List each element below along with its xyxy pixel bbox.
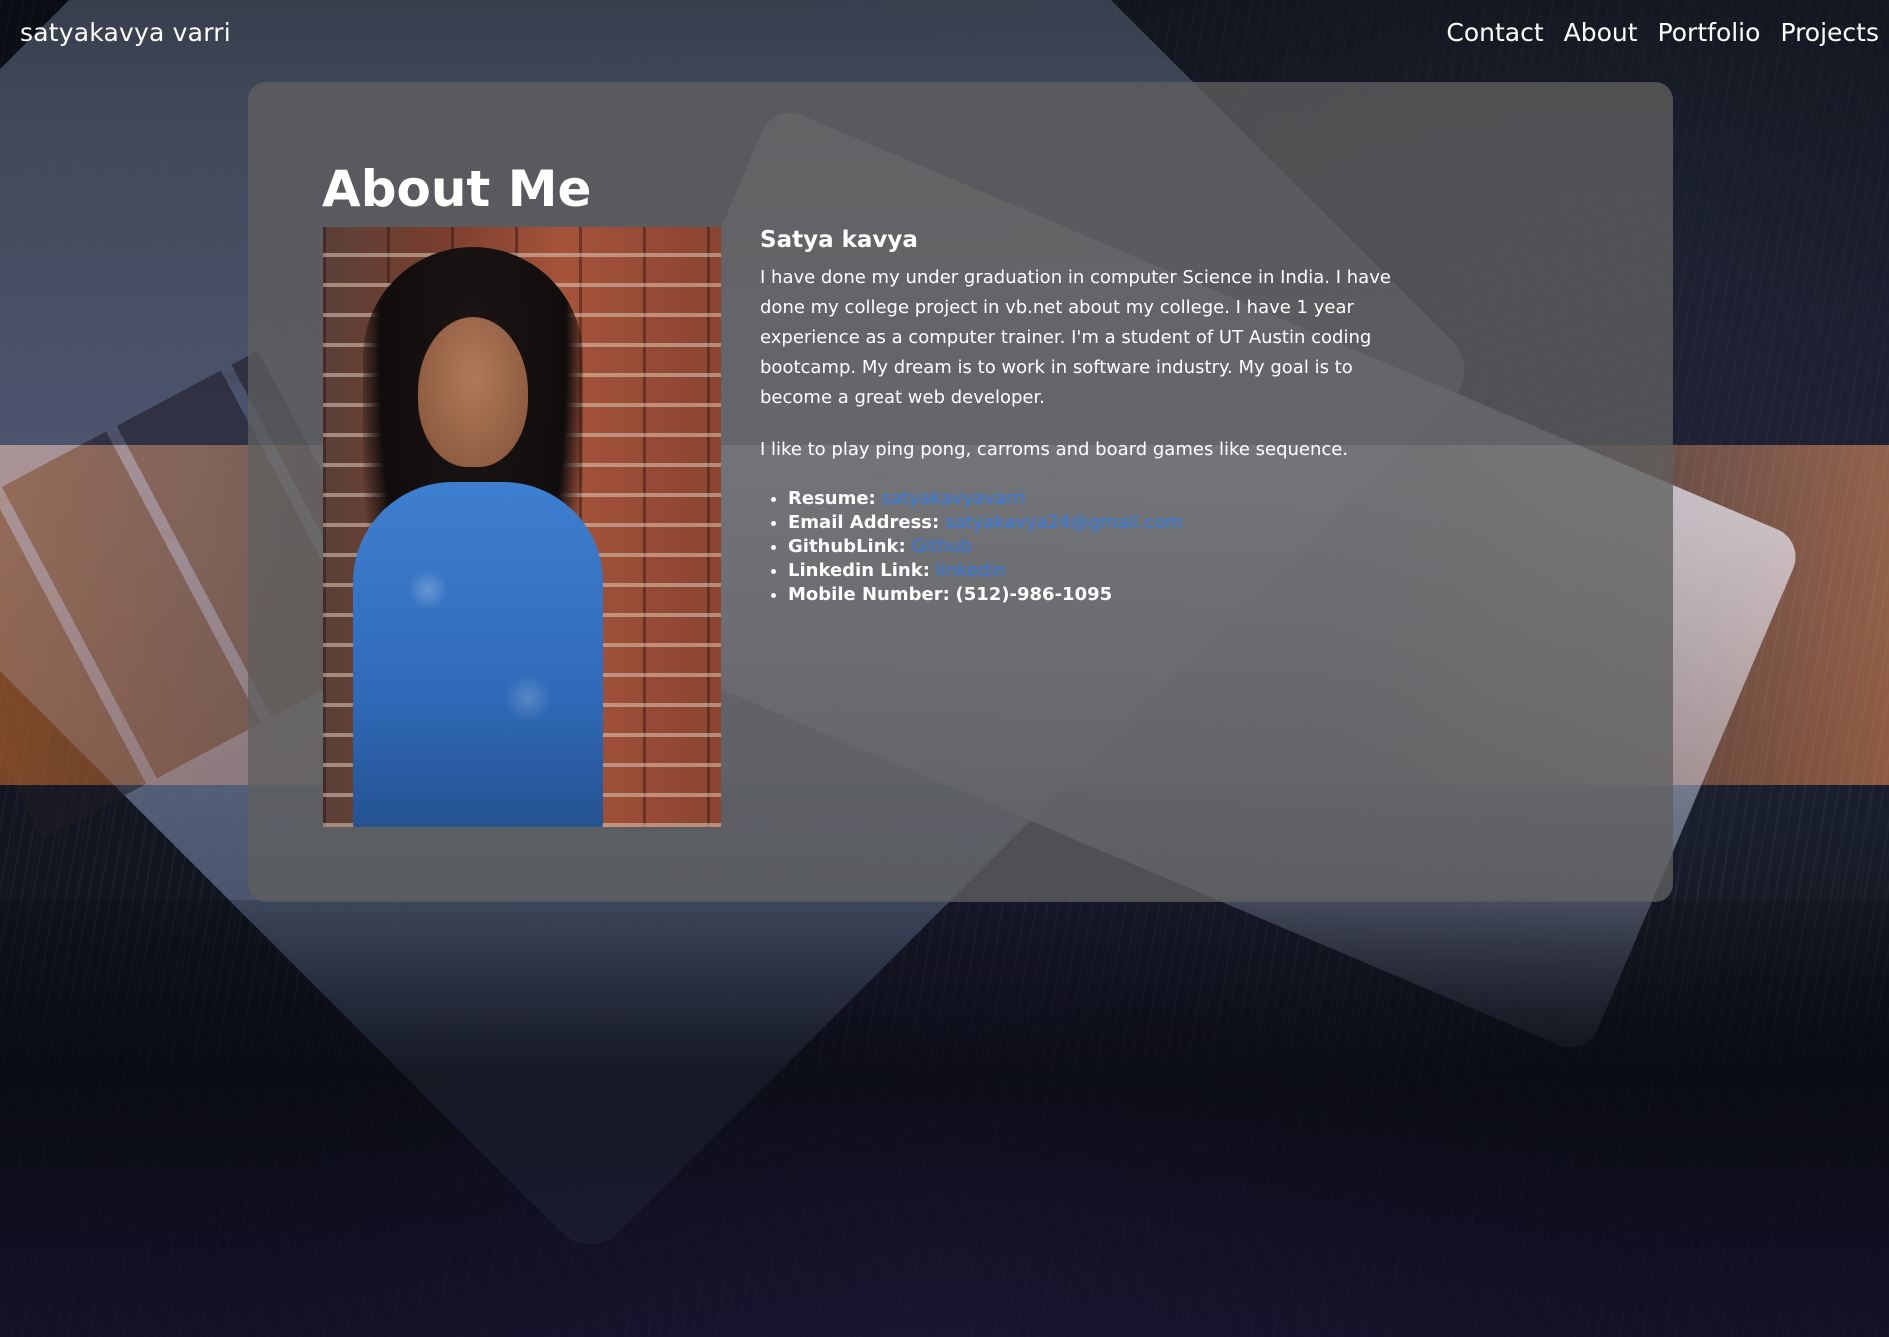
page-title: About Me <box>322 160 592 218</box>
about-content: Satya kavya I have done my under graduat… <box>760 227 1400 607</box>
about-card: About Me Satya kavya I have done my unde… <box>248 82 1673 902</box>
hobbies-paragraph: I like to play ping pong, carroms and bo… <box>760 439 1349 460</box>
contact-details-list: Resume: satyakavyavarri Email Address: s… <box>760 487 1400 607</box>
photo-blue-top <box>353 482 603 827</box>
list-item: Resume: satyakavyavarri <box>788 487 1400 511</box>
photo-face <box>418 317 528 467</box>
resume-link[interactable]: satyakavyavarri <box>882 488 1026 509</box>
page: satyakavya varri Contact About Portfolio… <box>0 0 1889 1337</box>
list-item: GithubLink: Github <box>788 535 1400 559</box>
profile-photo <box>323 227 721 827</box>
nav-links: Contact About Portfolio Projects <box>1446 18 1879 47</box>
linkedin-label: Linkedin Link: <box>788 560 930 581</box>
nav-link-portfolio[interactable]: Portfolio <box>1658 18 1761 47</box>
list-item: Mobile Number: (512)-986-1095 <box>788 583 1400 607</box>
nav-link-contact[interactable]: Contact <box>1446 18 1543 47</box>
navbar: satyakavya varri Contact About Portfolio… <box>0 0 1889 72</box>
email-link[interactable]: satyakavya24@gmail.com <box>945 512 1183 533</box>
mobile-label: Mobile Number: <box>788 584 950 605</box>
linkedin-link[interactable]: linkedin <box>936 560 1006 581</box>
background-shade-bottom <box>0 900 1889 1337</box>
github-link[interactable]: Github <box>911 536 971 557</box>
email-label: Email Address: <box>788 512 940 533</box>
list-item: Email Address: satyakavya24@gmail.com <box>788 511 1400 535</box>
brand-link[interactable]: satyakavya varri <box>20 18 231 47</box>
nav-link-projects[interactable]: Projects <box>1780 18 1879 47</box>
github-label: GithubLink: <box>788 536 906 557</box>
profile-name: Satya kavya <box>760 227 918 253</box>
resume-label: Resume: <box>788 488 876 509</box>
mobile-number: (512)-986-1095 <box>955 584 1113 605</box>
list-item: Linkedin Link: linkedin <box>788 559 1400 583</box>
nav-link-about[interactable]: About <box>1564 18 1638 47</box>
bio-paragraph: I have done my under graduation in compu… <box>760 267 1391 408</box>
